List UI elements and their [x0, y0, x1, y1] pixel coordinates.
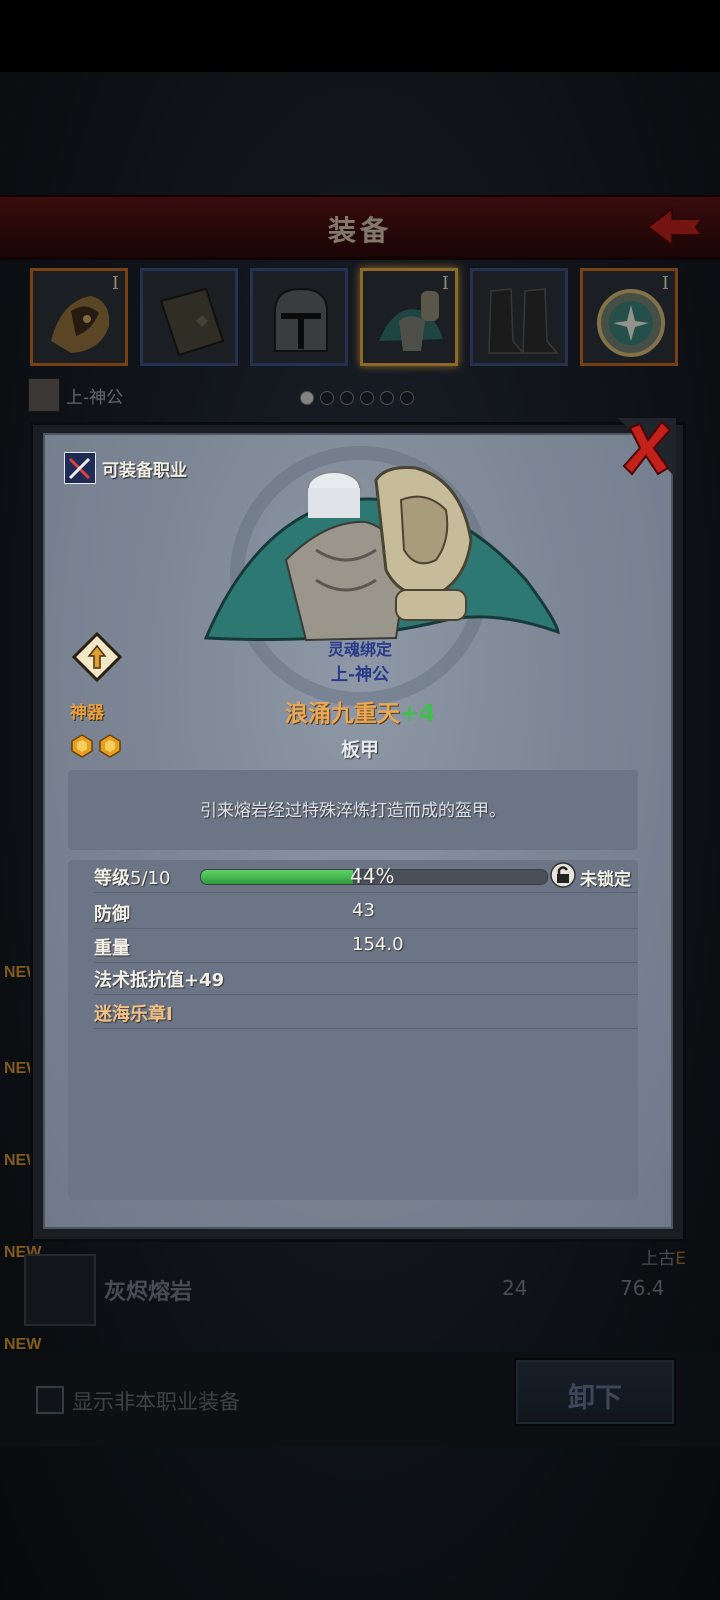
item-type: 板甲 [340, 739, 379, 761]
weight-value: 154.0 [352, 934, 404, 955]
status-bar [0, 0, 720, 72]
exp-percent: 44% [350, 864, 395, 888]
stats-panel: 等级5/10 44% 未锁定 防御 43 重量 154.0 法术抵抗值+49 迷… [68, 860, 638, 1200]
level-label: 等级5/10 [94, 868, 171, 889]
close-icon[interactable] [618, 418, 676, 478]
defense-row: 防御 43 [94, 896, 638, 929]
lock-icon[interactable] [550, 862, 576, 888]
upgrade-arrow-icon[interactable] [72, 632, 122, 682]
defense-label: 防御 [94, 904, 130, 925]
weight-row: 重量 154.0 [94, 930, 638, 963]
item-title: 浪涌九重天+4 [0, 694, 720, 728]
lock-status: 未锁定 [580, 870, 631, 890]
crossed-weapons-icon [64, 452, 96, 484]
level-row: 等级5/10 44% 未锁定 [94, 860, 638, 893]
equippable-class-label: 可装备职业 [102, 461, 187, 481]
set-name[interactable]: 迷海乐章I [94, 1000, 173, 1026]
weight-label: 重量 [94, 938, 130, 959]
defense-value: 43 [352, 900, 375, 921]
enhance-level: +4 [399, 701, 436, 727]
magic-resist-label: 法术抵抗值+49 [94, 970, 225, 991]
description-panel: 引来熔岩经过特殊淬炼打造而成的盔甲。 [68, 770, 638, 850]
set-bonus-row: 迷海乐章I [94, 996, 638, 1029]
plate-armor-image [203, 466, 560, 642]
item-description: 引来熔岩经过特殊淬炼打造而成的盔甲。 [200, 801, 506, 821]
exp-bar-fill [201, 870, 354, 884]
item-name: 浪涌九重天 [284, 701, 400, 727]
magic-resist-row: 法术抵抗值+49 [94, 962, 638, 995]
